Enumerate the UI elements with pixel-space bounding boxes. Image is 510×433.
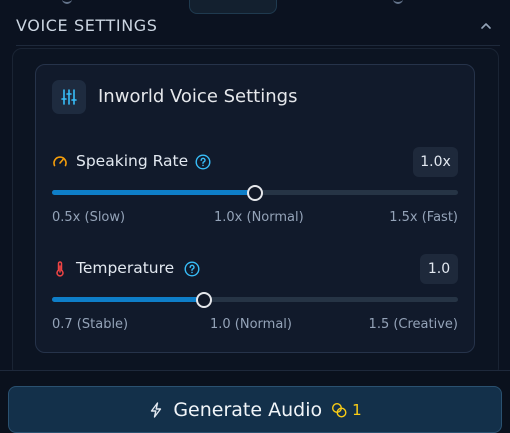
speaking-rate-min-label: 0.5x (Slow) [52,210,126,225]
credit-count: 1 [352,400,362,419]
speaking-rate-slider-fill [52,190,255,195]
generate-audio-label: Generate Audio [173,398,323,421]
temperature-slider-thumb[interactable] [196,291,213,308]
inworld-settings-card [35,64,475,353]
help-icon[interactable] [184,261,200,277]
chevron-up-icon[interactable] [480,20,492,32]
thermometer-icon [56,261,64,277]
header-divider [16,45,500,46]
speaking-rate-slider-thumb[interactable] [247,184,263,201]
card-icon-box [52,80,86,114]
coins-icon [332,402,347,418]
lightning-icon [151,401,162,418]
temperature-max-label: 1.5 (Creative) [368,317,458,332]
temperature-value: 1.0 [420,254,458,284]
speaking-rate-label: Speaking Rate [76,152,189,170]
top-tab-fragment-left [62,0,72,4]
temperature-label: Temperature [76,259,175,277]
sliders-icon [61,89,77,105]
generate-audio-button[interactable]: Generate Audio 1 [8,386,502,433]
speaking-rate-max-label: 1.5x (Fast) [389,210,458,225]
speaking-rate-value: 1.0x [413,147,458,177]
temperature-mid-label: 1.0 (Normal) [210,317,292,332]
top-active-tab[interactable] [189,0,277,14]
card-title: Inworld Voice Settings [98,86,298,107]
help-icon[interactable] [195,154,211,170]
temperature-slider[interactable] [52,291,458,308]
voice-settings-header[interactable]: Voice Settings [0,14,510,40]
gauge-icon [53,156,67,167]
temperature-min-label: 0.7 (Stable) [52,317,129,332]
temperature-slider-fill [52,297,205,302]
section-title: Voice Settings [16,16,158,35]
speaking-rate-slider[interactable] [52,184,458,201]
speaking-rate-mid-label: 1.0x (Normal) [214,210,304,225]
top-tab-fragment-right [393,0,403,4]
